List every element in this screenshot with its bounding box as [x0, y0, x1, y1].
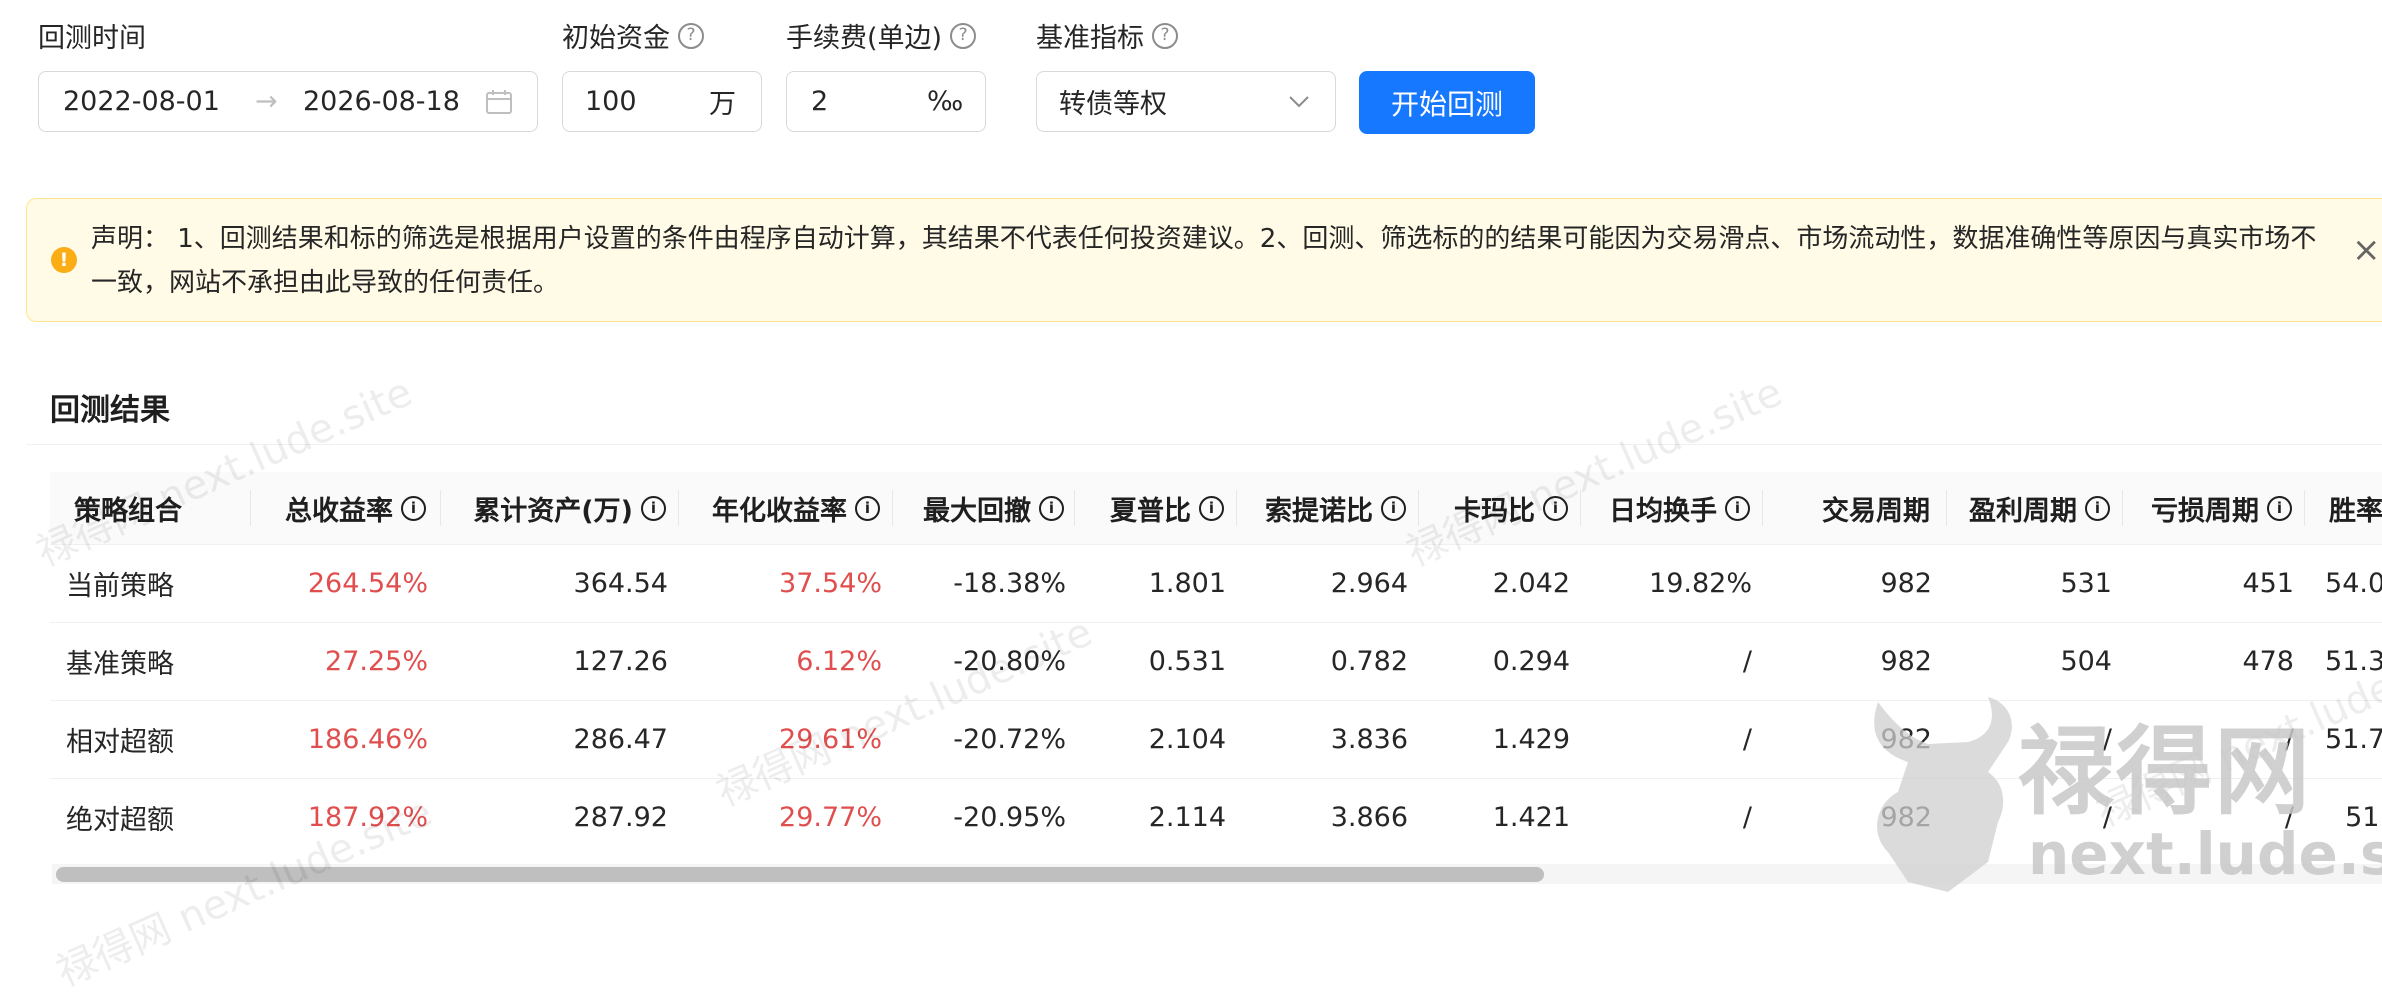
cell-total-return: 264.54%	[307, 567, 428, 599]
cell-strategy: 基准策略	[66, 648, 174, 680]
cell-annual-return: 37.54%	[779, 567, 882, 599]
col-header-total-return[interactable]: 总收益率 i	[228, 472, 428, 544]
cell-annual-return: 29.77%	[779, 801, 882, 833]
initial-capital-value[interactable]: 100	[585, 86, 637, 117]
close-icon[interactable]: ×	[2352, 233, 2381, 267]
backtest-period-label: 回测时间	[38, 23, 146, 54]
col-header-strategy[interactable]: 策略组合	[74, 472, 244, 544]
cell-total-return: 186.46%	[307, 723, 428, 755]
cell-total-return: 27.25%	[325, 645, 428, 677]
col-header-trading-periods[interactable]: 交易周期	[1756, 472, 1932, 544]
cell-sharpe: 1.801	[1148, 567, 1226, 599]
col-header-daily-turnover[interactable]: 日均换手 i	[1550, 472, 1752, 544]
initial-capital-label: 初始资金 ?	[562, 16, 704, 55]
cell-annual-return: 29.61%	[779, 723, 882, 755]
cell-daily-turnover: /	[1742, 801, 1752, 833]
benchmark-value[interactable]: 转债等权	[1059, 82, 1167, 121]
cell-cumulative-assets: 287.92	[573, 801, 668, 833]
col-header-loss-periods[interactable]: 亏损周期 i	[2098, 472, 2294, 544]
col-header-calmar[interactable]: 卡玛比 i	[1396, 472, 1570, 544]
disclaimer-text: 声明： 1、回测结果和标的筛选是根据用户设置的条件由程序自动计算，其结果不代表任…	[91, 224, 2317, 298]
col-header-annual-return[interactable]: 年化收益率 i	[650, 472, 882, 544]
cell-sharpe: 0.531	[1148, 645, 1226, 677]
cell-calmar: 1.421	[1492, 801, 1570, 833]
cell-cumulative-assets: 127.26	[573, 645, 668, 677]
cell-win-rate: 54.07%	[2325, 567, 2382, 599]
fee-label: 手续费(单边) ?	[786, 16, 977, 55]
col-header-sortino[interactable]: 索提诺比 i	[1214, 472, 1408, 544]
question-circle-icon[interactable]: ?	[678, 22, 704, 49]
bull-logo-icon	[1874, 697, 2012, 892]
table-header: 策略组合 总收益率 i 累计资产(万) i 年化收益率 i 最大回撤 i 夏普比 i 索提…	[50, 472, 2382, 545]
table-row: 当前策略 264.54% 364.54 37.54% -18.38% 1.801…	[50, 544, 2382, 623]
cell-max-drawdown: -18.38%	[953, 567, 1066, 599]
brand-name: 禄得网	[2018, 716, 2312, 828]
cell-daily-turnover: /	[1742, 723, 1752, 755]
initial-capital-input[interactable]: 100 万	[562, 71, 762, 132]
cell-cumulative-assets: 364.54	[573, 567, 668, 599]
cell-sortino: 3.836	[1330, 723, 1408, 755]
cell-daily-turnover: 19.82%	[1649, 567, 1752, 599]
col-header-sharpe[interactable]: 夏普比 i	[1050, 472, 1226, 544]
cell-calmar: 1.429	[1492, 723, 1570, 755]
cell-loss-periods: 451	[2242, 567, 2294, 599]
fee-input[interactable]: 2 ‰	[786, 71, 986, 132]
section-divider	[26, 444, 2382, 445]
initial-capital-unit: 万	[709, 89, 736, 120]
cell-cumulative-assets: 286.47	[573, 723, 668, 755]
cell-profit-periods: 531	[2060, 567, 2112, 599]
col-header-profit-periods[interactable]: 盈利周期 i	[1916, 472, 2112, 544]
cell-max-drawdown: -20.72%	[953, 723, 1066, 755]
start-date-input[interactable]: 2022-08-01	[63, 86, 220, 117]
brand-url: next.lude.site	[2028, 820, 2382, 888]
horizontal-scrollbar-thumb[interactable]	[56, 867, 1544, 882]
cell-sortino: 2.964	[1330, 567, 1408, 599]
col-header-cumulative-assets[interactable]: 累计资产(万) i	[420, 472, 668, 544]
range-arrow: →	[255, 86, 278, 117]
cell-sortino: 0.782	[1330, 645, 1408, 677]
question-circle-icon[interactable]: ?	[1152, 22, 1178, 49]
cell-sharpe: 2.114	[1148, 801, 1226, 833]
results-title: 回测结果	[50, 393, 170, 428]
col-header-max-drawdown[interactable]: 最大回撤 i	[874, 472, 1066, 544]
start-backtest-button[interactable]: 开始回测	[1359, 71, 1535, 134]
question-circle-icon[interactable]: ?	[950, 22, 977, 49]
cell-strategy: 当前策略	[66, 570, 174, 602]
cell-total-return: 187.92%	[307, 801, 428, 833]
end-date-input[interactable]: 2026-08-18	[303, 86, 460, 117]
chevron-down-icon[interactable]	[1287, 94, 1311, 110]
cell-sortino: 3.866	[1330, 801, 1408, 833]
brand-watermark: 禄得网 next.lude.site	[1838, 682, 2382, 900]
cell-trading-periods: 982	[1880, 567, 1932, 599]
calendar-icon[interactable]	[485, 89, 513, 115]
fee-value[interactable]: 2	[811, 86, 828, 117]
cell-calmar: 0.294	[1492, 645, 1570, 677]
fee-unit: ‰	[927, 86, 964, 117]
benchmark-label: 基准指标 ?	[1036, 16, 1178, 55]
cell-annual-return: 6.12%	[796, 645, 882, 677]
cell-max-drawdown: -20.95%	[953, 801, 1066, 833]
col-header-win-rate[interactable]: 胜率i	[2282, 472, 2382, 544]
cell-daily-turnover: /	[1742, 645, 1752, 677]
exclamation-circle-icon: !	[51, 247, 77, 273]
benchmark-select[interactable]: 转债等权	[1036, 71, 1336, 132]
date-range-picker[interactable]: 2022-08-01 → 2026-08-18	[38, 71, 538, 132]
cell-sharpe: 2.104	[1148, 723, 1226, 755]
cell-strategy: 绝对超额	[66, 804, 174, 836]
cell-strategy: 相对超额	[66, 726, 174, 758]
cell-max-drawdown: -20.80%	[953, 645, 1066, 677]
info-circle-icon[interactable]: i	[1725, 495, 1750, 521]
cell-calmar: 2.042	[1492, 567, 1570, 599]
disclaimer-alert: ! 声明： 1、回测结果和标的筛选是根据用户设置的条件由程序自动计算，其结果不代…	[26, 198, 2382, 322]
